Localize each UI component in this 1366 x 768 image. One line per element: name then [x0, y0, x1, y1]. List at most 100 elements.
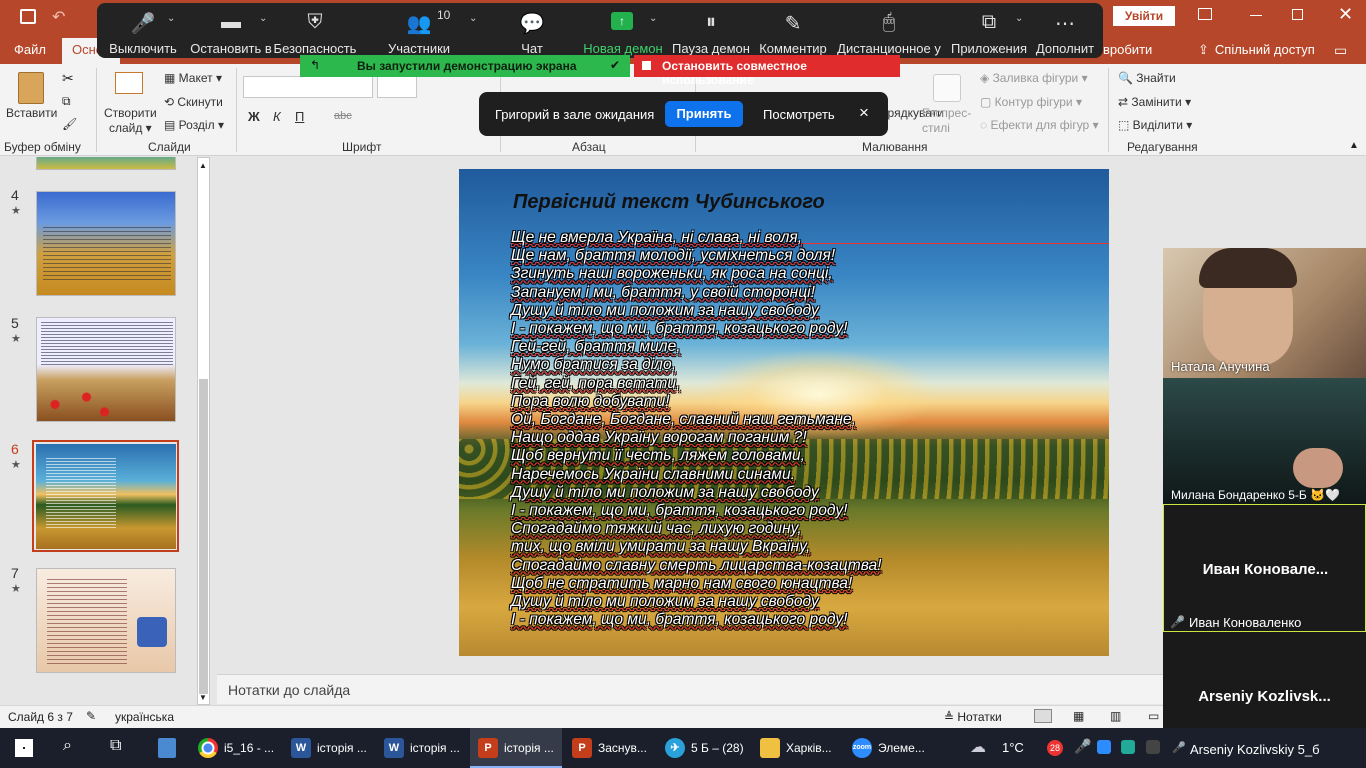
font-size-box[interactable]: [377, 76, 417, 98]
notes-toggle-button[interactable]: ≜ Нотатки: [944, 710, 1002, 724]
apps-icon[interactable]: ⧉: [982, 11, 996, 34]
ribbon-display-icon[interactable]: [1198, 8, 1212, 20]
chevron-down-icon[interactable]: ⌄: [469, 13, 477, 24]
pen-icon[interactable]: ✎: [785, 11, 802, 36]
replace-button[interactable]: ⇄ Замінити ▾: [1118, 95, 1191, 109]
remote-control-button[interactable]: Дистанционное у: [837, 41, 941, 56]
more-icon[interactable]: ⋯: [1055, 11, 1075, 36]
tray-app-icon[interactable]: [1121, 740, 1135, 754]
video-tile-milana[interactable]: Милана Бондаренко 5-Б 🐱🤍: [1163, 378, 1366, 504]
video-camera-icon[interactable]: ▬: [221, 11, 241, 34]
taskbar-powerpoint-active[interactable]: Pісторія ...: [478, 736, 554, 760]
new-slide-button[interactable]: Створити слайд ▾: [104, 106, 157, 136]
copy-icon[interactable]: ⧉: [62, 94, 71, 109]
paste-icon[interactable]: [18, 72, 44, 104]
spellcheck-icon[interactable]: ✎: [86, 709, 96, 723]
thumbnail-slide-6[interactable]: [36, 444, 176, 549]
chevron-down-icon[interactable]: ⌄: [1015, 13, 1023, 24]
close-icon[interactable]: ✕: [1338, 4, 1353, 25]
taskbar-telegram[interactable]: ✈ 5 Б – (28): [665, 736, 744, 760]
mouse-icon[interactable]: 🖱: [883, 11, 895, 34]
thumbnail-slide-5[interactable]: [36, 317, 176, 422]
pause-share-button[interactable]: Пауза демон: [672, 41, 750, 56]
bold-button[interactable]: Ж: [248, 109, 260, 124]
comments-icon[interactable]: ▭: [1334, 42, 1347, 59]
participants-button[interactable]: Участники: [388, 41, 450, 56]
strike-button[interactable]: abc: [334, 110, 352, 122]
cut-icon[interactable]: ✂: [62, 70, 74, 87]
language-label[interactable]: українська: [115, 710, 174, 724]
paste-button[interactable]: Вставити: [6, 106, 57, 120]
underline-button[interactable]: П: [295, 109, 304, 124]
save-icon[interactable]: [20, 9, 36, 24]
chat-icon[interactable]: 💬: [520, 11, 545, 36]
share-button[interactable]: ⇪ Спільний доступ: [1198, 42, 1315, 58]
shape-outline-button[interactable]: ▢ Контур фігури ▾: [980, 95, 1082, 109]
thumbnail-scroll-thumb[interactable]: [199, 379, 208, 694]
reading-view-icon[interactable]: ▥: [1110, 709, 1121, 723]
chevron-down-icon[interactable]: ⌄: [167, 13, 175, 24]
new-share-button[interactable]: Новая демон: [583, 41, 662, 56]
layout-button[interactable]: ▦ Макет ▾: [164, 71, 222, 85]
tab-file[interactable]: Файл: [14, 42, 46, 57]
taskbar-word-1[interactable]: Wісторія ...: [291, 736, 367, 760]
see-waiting-button[interactable]: Посмотреть: [763, 107, 835, 122]
section-button[interactable]: ▤ Розділ ▾: [164, 118, 224, 132]
participants-icon[interactable]: 👥: [407, 11, 432, 36]
mute-button[interactable]: Выключить: [109, 41, 177, 56]
notes-pane[interactable]: Нотатки до слайда: [217, 674, 1165, 704]
thumbnail-slide-7[interactable]: [36, 568, 176, 673]
quick-styles-button[interactable]: Експрес-стилі: [922, 106, 971, 136]
collapse-ribbon-icon[interactable]: ▲: [1349, 140, 1359, 151]
stop-video-button[interactable]: Остановить в: [190, 41, 271, 56]
format-painter-icon[interactable]: 🖌: [62, 117, 77, 131]
microphone-icon[interactable]: 🎤: [131, 11, 156, 36]
task-view-icon[interactable]: ⧉: [110, 737, 121, 755]
normal-view-icon[interactable]: [1034, 709, 1052, 723]
quick-styles-icon[interactable]: [933, 74, 961, 102]
minimize-icon[interactable]: [1250, 15, 1262, 16]
taskbar-powerpoint-2[interactable]: P Заснув...: [572, 736, 647, 760]
tab-draw[interactable]: вробити: [1103, 42, 1152, 57]
admit-button[interactable]: Принять: [665, 101, 743, 127]
sign-in-button[interactable]: Увійти: [1113, 6, 1175, 26]
thumbnail-slide-3[interactable]: [36, 157, 176, 170]
annotate-button[interactable]: Комментир: [759, 41, 827, 56]
shield-icon[interactable]: ⛨: [308, 11, 323, 34]
scroll-up-icon[interactable]: ▲: [199, 161, 207, 170]
close-popup-icon[interactable]: ×: [859, 103, 869, 123]
security-button[interactable]: Безопасность: [274, 41, 357, 56]
scroll-down-icon[interactable]: ▼: [199, 693, 207, 702]
search-icon[interactable]: ⌕: [63, 737, 72, 755]
italic-button[interactable]: К: [273, 109, 281, 124]
select-button[interactable]: ⬚ Виділити ▾: [1118, 118, 1192, 132]
calculator-icon[interactable]: [158, 738, 176, 758]
slideshow-icon[interactable]: ▭: [1148, 709, 1159, 723]
windows-start-icon[interactable]: [15, 739, 33, 757]
apps-button[interactable]: Приложения: [951, 41, 1027, 56]
reset-button[interactable]: ⟲ Скинути: [164, 95, 223, 109]
thumbnail-slide-4[interactable]: [36, 191, 176, 296]
maximize-icon[interactable]: [1292, 9, 1303, 20]
taskbar-word-2[interactable]: Wісторія ...: [384, 736, 460, 760]
slide-sorter-icon[interactable]: ▦: [1073, 709, 1084, 723]
taskbar-folder[interactable]: Харків...: [760, 736, 832, 760]
pause-icon[interactable]: ⏸: [706, 11, 716, 34]
taskbar-chrome[interactable]: i5_16 - ...: [198, 736, 274, 760]
shape-fill-button[interactable]: ◈ Заливка фігури ▾: [980, 71, 1088, 85]
chevron-down-icon[interactable]: ⌄: [649, 13, 657, 24]
stop-share-button[interactable]: Остановить совместное использование: [634, 55, 900, 87]
undo-icon[interactable]: ↶: [52, 7, 65, 27]
tray-app-icon[interactable]: [1146, 740, 1160, 754]
new-slide-icon[interactable]: [115, 72, 143, 94]
tray-mic-icon[interactable]: 🎤: [1074, 738, 1091, 755]
chevron-down-icon[interactable]: ⌄: [259, 13, 267, 24]
share-screen-icon[interactable]: ↑: [611, 12, 633, 30]
current-slide[interactable]: Первісний текст Чубинського Ще не вмерла…: [459, 169, 1109, 656]
video-tile-arseniy[interactable]: Arseniy Kozlivsk...: [1163, 632, 1366, 728]
video-tile-ivan[interactable]: Иван Коновале... 🎤 Иван Коноваленко: [1163, 504, 1366, 632]
tray-zoom-icon[interactable]: [1097, 740, 1111, 754]
more-button[interactable]: Дополнит: [1036, 41, 1094, 56]
video-tile-natala[interactable]: Натала Анучина: [1163, 248, 1366, 378]
taskbar-zoom[interactable]: zoom Элеме...: [852, 736, 925, 760]
